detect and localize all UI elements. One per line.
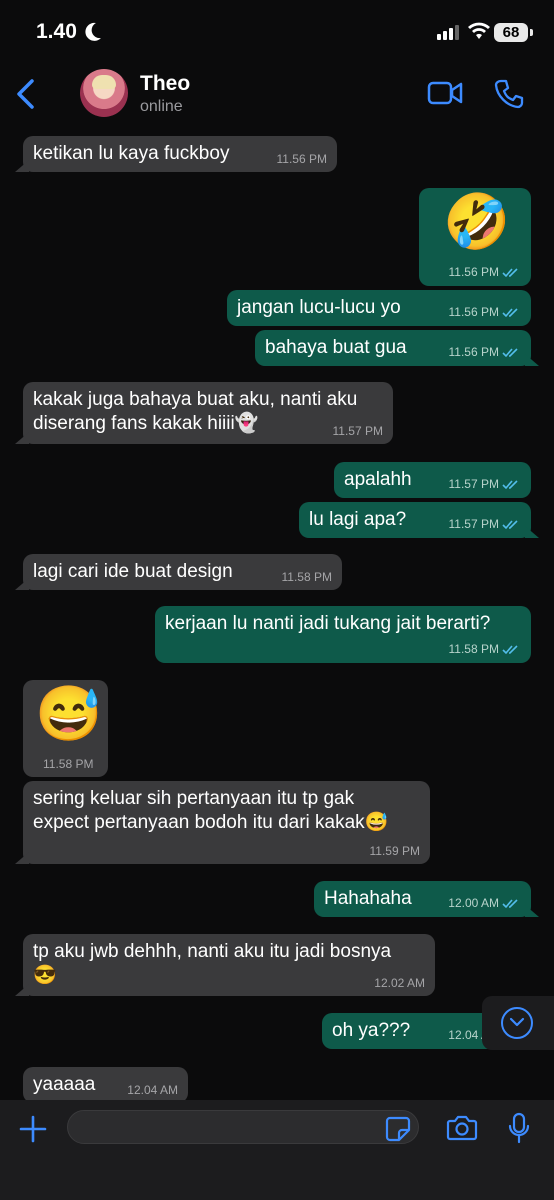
message-incoming[interactable]: ketikan lu kaya fuckboy 11.56 PM <box>15 136 337 172</box>
message-text: lagi cari ide buat design <box>33 561 233 582</box>
message-time: 11.56 PM <box>448 345 499 359</box>
message-time: 11.57 PM <box>448 477 499 491</box>
double-check-icon <box>502 480 518 490</box>
message-incoming[interactable]: 😅 11.58 PM <box>23 680 108 777</box>
message-incoming[interactable]: sering keluar sih pertanyaan itu tp gak … <box>15 781 430 864</box>
message-text: bahaya buat gua <box>265 337 407 358</box>
double-check-icon <box>502 348 518 358</box>
moon-icon <box>85 22 101 41</box>
microphone-icon[interactable] <box>507 1112 531 1144</box>
message-incoming[interactable]: yaaaaa 12.04 AM <box>23 1067 188 1100</box>
message-incoming[interactable]: tp aku jwb dehhh, nanti aku itu jadi bos… <box>15 934 435 996</box>
status-time: 1.40 <box>36 20 77 43</box>
double-check-icon <box>502 308 518 318</box>
message-text: lu lagi apa? <box>309 509 407 530</box>
message-text: kerjaan lu nanti jadi tukang jait berart… <box>165 613 491 634</box>
contact-name[interactable]: Theo <box>140 72 190 96</box>
message-text: oh ya??? <box>332 1020 411 1041</box>
message-time: 11.58 PM <box>43 757 94 771</box>
message-outgoing[interactable]: kerjaan lu nanti jadi tukang jait berart… <box>155 606 531 663</box>
chevron-left-icon[interactable] <box>14 78 38 110</box>
sticker-icon[interactable] <box>385 1116 411 1142</box>
message-emoji: 😅 <box>35 684 103 744</box>
message-text: tp aku jwb dehhh, nanti aku itu jadi bos… <box>33 941 392 986</box>
contact-status: online <box>140 98 183 115</box>
message-time: 12.00 AM <box>448 896 499 910</box>
message-time: 11.59 PM <box>369 844 420 858</box>
bubble-tail <box>525 354 539 366</box>
message-incoming[interactable]: lagi cari ide buat design 11.58 PM <box>15 554 342 590</box>
message-text: Hahahaha <box>324 888 412 909</box>
message-text: ketikan lu kaya fuckboy <box>33 143 230 164</box>
plus-icon[interactable] <box>18 1114 48 1144</box>
message-text: kakak juga bahaya buat aku, nanti aku di… <box>33 389 358 434</box>
composer-bar <box>0 1100 554 1200</box>
message-emoji: 🤣 <box>443 192 511 252</box>
battery-tip <box>530 29 533 36</box>
bubble-tail <box>15 578 29 590</box>
message-outgoing[interactable]: apalahh 11.57 PM <box>334 462 531 498</box>
chat-header: Theo online <box>0 62 554 124</box>
message-text: apalahh <box>344 469 412 490</box>
avatar[interactable] <box>80 69 128 117</box>
battery-indicator: 68 <box>494 23 528 42</box>
message-time: 11.58 PM <box>281 570 332 584</box>
message-text: sering keluar sih pertanyaan itu tp gak … <box>33 788 389 833</box>
message-list[interactable]: ketikan lu kaya fuckboy 11.56 PM 🤣 11.56… <box>0 124 554 1100</box>
message-time: 11.57 PM <box>448 517 499 531</box>
message-text: jangan lucu-lucu yo <box>237 297 401 318</box>
message-input[interactable] <box>67 1110 419 1144</box>
bubble-tail <box>15 852 29 864</box>
double-check-icon <box>502 645 518 655</box>
video-camera-icon[interactable] <box>427 80 463 106</box>
camera-icon[interactable] <box>446 1115 478 1141</box>
message-incoming[interactable]: kakak juga bahaya buat aku, nanti aku di… <box>15 382 393 444</box>
double-check-icon <box>502 268 518 278</box>
double-check-icon <box>502 899 518 909</box>
message-text: yaaaaa <box>33 1074 96 1095</box>
cellular-signal-icon <box>437 25 459 40</box>
bubble-tail <box>15 432 29 444</box>
message-time: 11.56 PM <box>448 265 499 279</box>
message-time: 11.56 PM <box>276 152 327 166</box>
bubble-tail <box>525 905 539 917</box>
message-time: 12.04 AM <box>127 1083 178 1097</box>
double-check-icon <box>502 520 518 530</box>
message-time: 11.58 PM <box>448 642 499 656</box>
message-outgoing[interactable]: Hahahaha 12.00 AM <box>314 881 539 917</box>
bubble-tail <box>525 526 539 538</box>
message-outgoing[interactable]: jangan lucu-lucu yo 11.56 PM <box>227 290 531 326</box>
message-time: 12.02 AM <box>374 976 425 990</box>
chevron-down-icon <box>509 1017 525 1027</box>
bubble-tail <box>15 984 29 996</box>
message-outgoing[interactable]: bahaya buat gua 11.56 PM <box>255 330 539 366</box>
status-bar: 1.40 68 <box>0 0 554 62</box>
phone-icon[interactable] <box>494 79 524 109</box>
bubble-tail <box>15 160 29 172</box>
message-time: 11.57 PM <box>332 424 383 438</box>
message-time: 11.56 PM <box>448 305 499 319</box>
message-outgoing[interactable]: lu lagi apa? 11.57 PM <box>299 502 539 538</box>
scroll-to-bottom-button[interactable] <box>482 996 554 1050</box>
wifi-icon <box>468 22 490 39</box>
message-outgoing[interactable]: 🤣 11.56 PM <box>419 188 531 286</box>
